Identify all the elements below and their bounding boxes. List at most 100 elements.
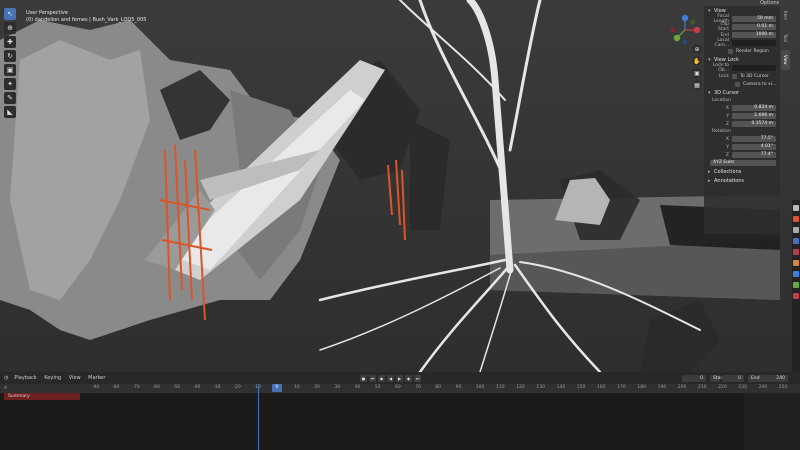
- next-key-icon[interactable]: ◆: [405, 375, 412, 382]
- render-properties-icon[interactable]: [793, 216, 799, 222]
- move-icon[interactable]: ✚: [4, 36, 16, 48]
- scale-icon[interactable]: ▣: [4, 64, 16, 76]
- lock-object-field[interactable]: [732, 65, 776, 71]
- focal-length-field[interactable]: 50 mm: [732, 16, 776, 22]
- grid-toggle-icon[interactable]: ▦: [692, 80, 702, 90]
- playhead[interactable]: [258, 384, 259, 450]
- lock-to-cursor-checkbox[interactable]: [732, 73, 737, 79]
- location-z-field[interactable]: 0.3574 m: [732, 121, 776, 127]
- ruler-tick: -20: [233, 385, 241, 390]
- y-axis-icon: [673, 34, 681, 42]
- scene-properties-icon[interactable]: [793, 238, 799, 244]
- menu-playback[interactable]: Playback: [14, 375, 36, 381]
- ruler-tick: 20: [314, 385, 320, 390]
- collections-section-header[interactable]: ▸ Collections: [704, 167, 780, 176]
- ruler-tick: 230: [738, 385, 747, 390]
- clip-end-field[interactable]: 1000 m: [732, 32, 776, 38]
- camera-to-view-checkbox[interactable]: [735, 81, 740, 87]
- z-axis-icon: [681, 14, 689, 22]
- ruler-tick: 40: [354, 385, 361, 390]
- properties-tab-strip: [792, 200, 800, 372]
- hand-pan-icon[interactable]: ✋: [692, 56, 702, 66]
- modifier-properties-icon[interactable]: [793, 271, 799, 277]
- rotation-label: Rotation: [712, 129, 731, 134]
- editor-type-icon[interactable]: ◷: [4, 375, 8, 381]
- particle-properties-icon[interactable]: [793, 282, 799, 288]
- world-properties-icon[interactable]: [793, 249, 799, 255]
- transform-icon[interactable]: ✦: [4, 78, 16, 90]
- ruler-tick: -80: [112, 385, 120, 390]
- ruler-tick: 30: [334, 385, 341, 390]
- material-properties-icon[interactable]: [793, 293, 799, 299]
- clip-start-field[interactable]: 0.01 m: [732, 24, 776, 30]
- timeline-side-region: [744, 393, 800, 450]
- location-z-row: Z 0.3574 m: [704, 120, 780, 128]
- menu-marker[interactable]: Marker: [88, 375, 105, 381]
- end-label: End: [748, 375, 762, 382]
- ruler-tick: -60: [152, 385, 160, 390]
- local-camera-field[interactable]: [732, 40, 776, 46]
- annotations-section-header[interactable]: ▸ Annotations: [704, 176, 780, 185]
- rotation-z-field[interactable]: 77.4°: [732, 152, 776, 158]
- play-icon[interactable]: ▶: [396, 375, 403, 382]
- measure-icon[interactable]: ◣: [4, 106, 16, 118]
- rotation-y-field[interactable]: 4.01°: [732, 144, 776, 150]
- 3d-cursor-section-header[interactable]: ▾ 3D Cursor: [704, 88, 780, 97]
- x-axis-icon: [693, 26, 701, 34]
- rotation-x-row: X 77.5°: [704, 135, 780, 143]
- menu-view[interactable]: View: [69, 375, 81, 381]
- rotation-y-row: Y 4.01°: [704, 143, 780, 151]
- tab-item[interactable]: Item: [781, 6, 790, 26]
- ruler-tick: 100: [475, 385, 485, 390]
- object-properties-icon[interactable]: [793, 260, 799, 266]
- location-label: Location: [712, 98, 732, 103]
- rotation-mode-dropdown[interactable]: XYZ Euler: [710, 160, 776, 166]
- rotation-z-row: Z 77.4°: [704, 151, 780, 159]
- jump-end-icon[interactable]: ⏭: [414, 375, 421, 382]
- rotation-x-field[interactable]: 77.5°: [732, 136, 776, 142]
- cursor-icon[interactable]: ⊕: [4, 22, 16, 34]
- end-frame-field[interactable]: 240: [762, 375, 788, 382]
- zoom-icon[interactable]: ⊕: [692, 44, 702, 54]
- summary-channel[interactable]: Summary: [4, 393, 80, 400]
- viewport-info: User Perspective (0) dandelion and ferne…: [26, 10, 146, 24]
- tab-tool[interactable]: Tool: [781, 28, 790, 48]
- output-properties-icon[interactable]: [793, 227, 799, 233]
- select-box-icon[interactable]: ↖: [4, 8, 16, 20]
- ruler-tick: 70: [415, 385, 421, 390]
- ruler-tick: 10: [294, 385, 300, 390]
- location-x-row: X 0.834 m: [704, 104, 780, 112]
- ruler-tick: 190: [657, 385, 667, 390]
- render-region-checkbox[interactable]: [728, 48, 733, 54]
- camera-to-view-row: Camera to vi...: [704, 80, 780, 88]
- playback-controls: ● ⏮ ◆ ◀ ▶ ◆ ⏭: [360, 375, 421, 382]
- location-y-field[interactable]: 2.696 m: [732, 113, 776, 119]
- current-frame-field[interactable]: 0: [682, 375, 706, 382]
- ruler-tick: 60: [395, 385, 401, 390]
- ruler-tick: -90: [92, 385, 100, 390]
- active-object-label: (0) dandelion and fernes | Bush_Vark_LOD…: [26, 17, 147, 23]
- rotation-mode-row: XYZ Euler: [704, 159, 780, 167]
- search-icon[interactable]: ⌕: [4, 384, 7, 392]
- ruler-tick: -50: [172, 385, 181, 390]
- perspective-label: User Perspective: [26, 10, 68, 16]
- prev-key-icon[interactable]: ◆: [378, 375, 385, 382]
- sidebar-tabs: Item Tool View: [781, 6, 791, 70]
- start-frame-field[interactable]: 0: [722, 375, 744, 382]
- jump-start-icon[interactable]: ⏮: [369, 375, 376, 382]
- ruler-tick: -30: [213, 385, 221, 390]
- ruler-tick: 220: [718, 385, 727, 390]
- play-reverse-icon[interactable]: ◀: [387, 375, 394, 382]
- 3d-viewport[interactable]: User Perspective (0) dandelion and ferne…: [0, 0, 800, 372]
- camera-view-icon[interactable]: ▣: [692, 68, 702, 78]
- ruler-tick: 90: [455, 385, 462, 390]
- tool-properties-icon[interactable]: [793, 205, 799, 211]
- rotate-icon[interactable]: ↻: [4, 50, 16, 62]
- annotate-icon[interactable]: ✎: [4, 92, 16, 104]
- frame-ruler[interactable]: ⌕ -90-80-70-60-50-40-30-20-1001020304050…: [0, 384, 800, 393]
- dopesheet-track-area[interactable]: Summary: [0, 393, 800, 450]
- tab-view[interactable]: View: [781, 50, 790, 70]
- menu-keying[interactable]: Keying: [44, 375, 61, 381]
- record-icon[interactable]: ●: [360, 375, 367, 382]
- location-x-field[interactable]: 0.834 m: [732, 105, 776, 111]
